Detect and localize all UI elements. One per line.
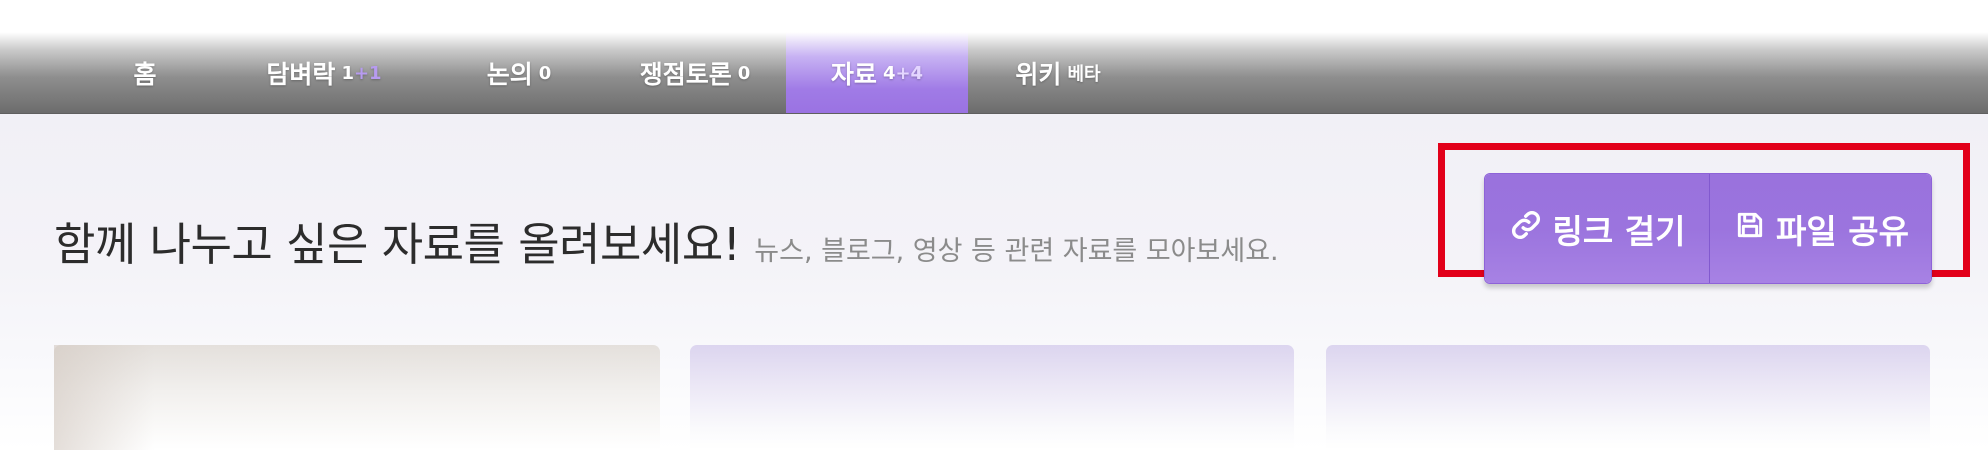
- upload-button-group: 링크 걸기 파일 공유: [1484, 173, 1932, 284]
- tab-debate[interactable]: 쟁점토론 0: [620, 32, 770, 114]
- tab-home-label: 홈: [133, 60, 157, 89]
- material-card[interactable]: [1326, 345, 1930, 450]
- page-subtitle: 뉴스, 블로그, 영상 등 관련 자료를 모아보세요.: [754, 236, 1279, 267]
- materials-content: 함께 나누고 싶은 자료를 올려보세요! 뉴스, 블로그, 영상 등 관련 자료…: [0, 114, 1988, 450]
- tab-debate-count: 0: [737, 62, 751, 84]
- tab-materials-count: 4+4: [882, 62, 924, 84]
- material-card[interactable]: [54, 345, 660, 450]
- tab-wiki-label: 위키: [1015, 60, 1062, 89]
- tab-materials-label: 자료: [830, 60, 877, 89]
- tab-discussion[interactable]: 논의 0: [454, 32, 584, 114]
- floppy-disk-icon: [1734, 209, 1776, 249]
- page-title: 함께 나누고 싶은 자료를 올려보세요!: [54, 218, 741, 271]
- share-file-button[interactable]: 파일 공유: [1710, 174, 1931, 283]
- share-file-label: 파일 공유: [1776, 211, 1909, 251]
- tab-wiki[interactable]: 위키 베타: [996, 32, 1120, 114]
- add-link-label: 링크 걸기: [1552, 211, 1686, 251]
- group-nav-bar: 홈 담벼락 1+1 논의 0 쟁점토론 0 자료 4+4 위키 베타: [0, 32, 1988, 114]
- tab-wall-label: 담벼락: [266, 60, 336, 89]
- tab-debate-label: 쟁점토론: [639, 60, 732, 89]
- tab-wall-count: 1+1: [341, 62, 382, 84]
- top-strip: [0, 0, 1988, 32]
- page-heading: 함께 나누고 싶은 자료를 올려보세요! 뉴스, 블로그, 영상 등 관련 자료…: [54, 208, 1279, 273]
- card-thumbnail-shade: [54, 345, 154, 450]
- tab-materials[interactable]: 자료 4+4: [786, 32, 968, 114]
- tab-home[interactable]: 홈: [90, 32, 200, 114]
- tab-wiki-beta-badge: 베타: [1067, 64, 1101, 85]
- material-card[interactable]: [690, 345, 1294, 450]
- add-link-button[interactable]: 링크 걸기: [1485, 174, 1710, 283]
- link-icon: [1509, 208, 1553, 250]
- tab-discussion-label: 논의: [486, 60, 533, 89]
- tab-wall[interactable]: 담벼락 1+1: [254, 32, 394, 114]
- tab-discussion-count: 0: [538, 62, 552, 84]
